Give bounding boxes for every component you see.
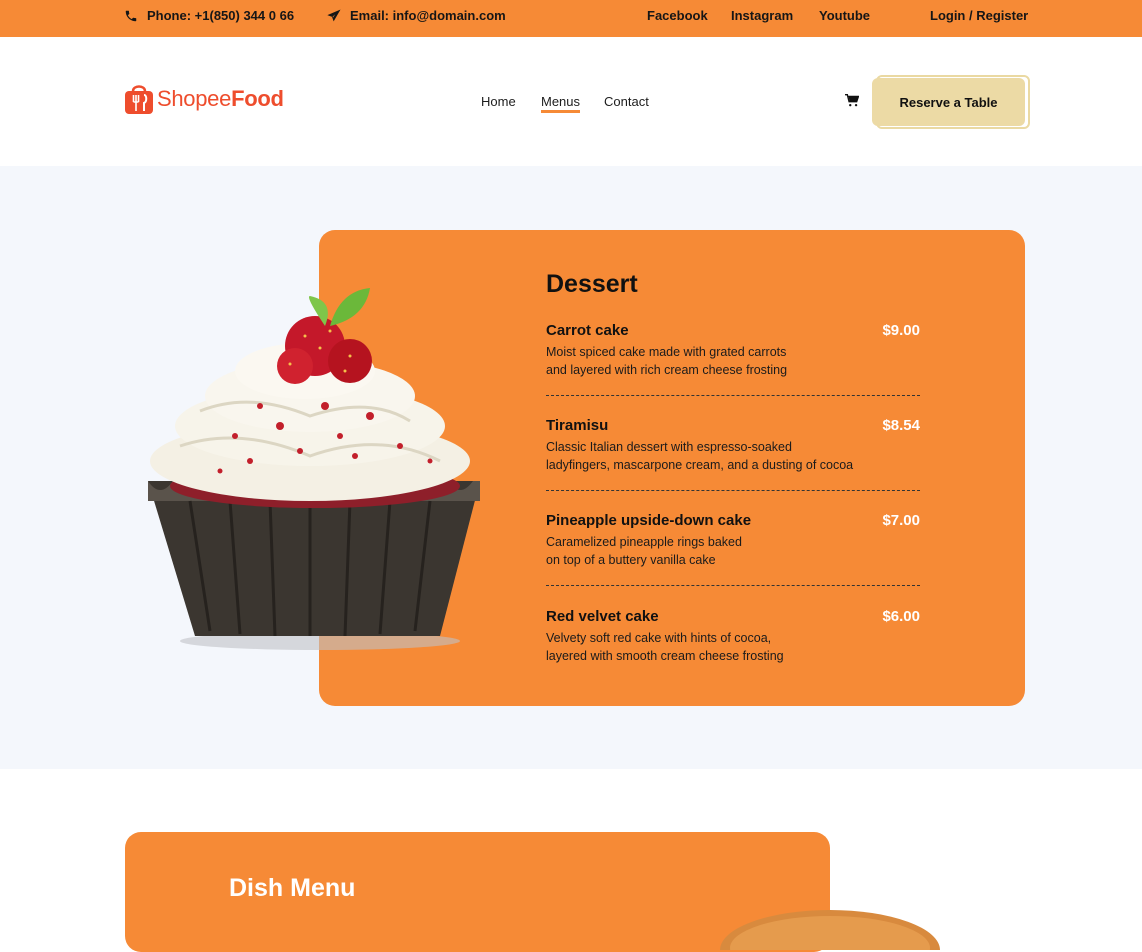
top-bar: Phone: +1(850) 344 0 66 Email: info@doma… bbox=[0, 0, 1142, 37]
shopee-bag-logo bbox=[125, 85, 153, 114]
nav-menus[interactable]: Menus bbox=[541, 94, 581, 113]
nav-home[interactable]: Home bbox=[481, 94, 516, 109]
menu-item-desc: Moist spiced cake made with grated carro… bbox=[546, 343, 906, 379]
burger-bun-image bbox=[720, 910, 940, 950]
menu-item-desc-line: Moist spiced cake made with grated carro… bbox=[546, 345, 787, 359]
youtube-link[interactable]: Youtube bbox=[819, 8, 870, 23]
menu-item-price: $9.00 bbox=[882, 322, 920, 339]
phone-contact[interactable]: Phone: +1(850) 344 0 66 bbox=[124, 8, 294, 23]
menu-item-name: Tiramisu bbox=[546, 417, 609, 434]
facebook-link[interactable]: Facebook bbox=[647, 8, 708, 23]
item-divider bbox=[546, 490, 920, 491]
menu-item-name: Carrot cake bbox=[546, 322, 629, 339]
dessert-title: Dessert bbox=[546, 270, 638, 298]
menu-item-desc-line: Velvety soft red cake with hints of coco… bbox=[546, 631, 772, 645]
menu-item-desc: Velvety soft red cake with hints of coco… bbox=[546, 629, 906, 665]
menu-item-desc-line: Classic Italian dessert with espresso-so… bbox=[546, 440, 792, 454]
cupcake-image bbox=[148, 288, 480, 650]
dish-menu-title: Dish Menu bbox=[229, 874, 356, 902]
menu-item-desc: Classic Italian dessert with espresso-so… bbox=[546, 438, 906, 474]
menu-item-name: Pineapple upside-down cake bbox=[546, 512, 752, 529]
menu-item-desc-line: layered with smooth cream cheese frostin… bbox=[546, 649, 784, 663]
menu-item-desc: Caramelized pineapple rings baked on top … bbox=[546, 533, 906, 569]
dessert-section: Dessert Carrot cake $9.00 Moist spiced c… bbox=[0, 166, 1142, 769]
brand-part-b: Food bbox=[231, 86, 284, 111]
menu-item-price: $6.00 bbox=[882, 608, 920, 625]
shopping-cart-icon[interactable] bbox=[845, 94, 859, 107]
email-contact[interactable]: Email: info@domain.com bbox=[327, 8, 506, 23]
brand-name: ShopeeFood bbox=[157, 86, 284, 112]
item-divider bbox=[546, 585, 920, 586]
main-header: ShopeeFood Home Menus Contact Reserve a … bbox=[0, 37, 1142, 166]
paper-plane-icon bbox=[327, 9, 341, 21]
menu-item-price: $7.00 bbox=[882, 512, 920, 529]
menu-item-desc-line: Caramelized pineapple rings baked bbox=[546, 535, 742, 549]
shopeefood-logo[interactable]: ShopeeFood bbox=[124, 83, 284, 115]
nav-contact[interactable]: Contact bbox=[604, 94, 649, 109]
menu-item-desc-line: ladyfingers, mascarpone cream, and a dus… bbox=[546, 458, 854, 472]
phone-icon bbox=[125, 10, 137, 21]
email-text: Email: info@domain.com bbox=[350, 8, 506, 23]
menu-item-desc-line: on top of a buttery vanilla cake bbox=[546, 553, 716, 567]
login-register-link[interactable]: Login / Register bbox=[930, 8, 1028, 23]
reserve-table-button[interactable]: Reserve a Table bbox=[872, 78, 1025, 126]
phone-text: Phone: +1(850) 344 0 66 bbox=[147, 8, 295, 23]
item-divider bbox=[546, 395, 920, 396]
brand-part-a: Shopee bbox=[157, 86, 232, 111]
menu-item-price: $8.54 bbox=[882, 417, 920, 434]
menu-item-desc-line: and layered with rich cream cheese frost… bbox=[546, 363, 788, 377]
instagram-link[interactable]: Instagram bbox=[731, 8, 793, 23]
menu-item-name: Red velvet cake bbox=[546, 608, 659, 625]
